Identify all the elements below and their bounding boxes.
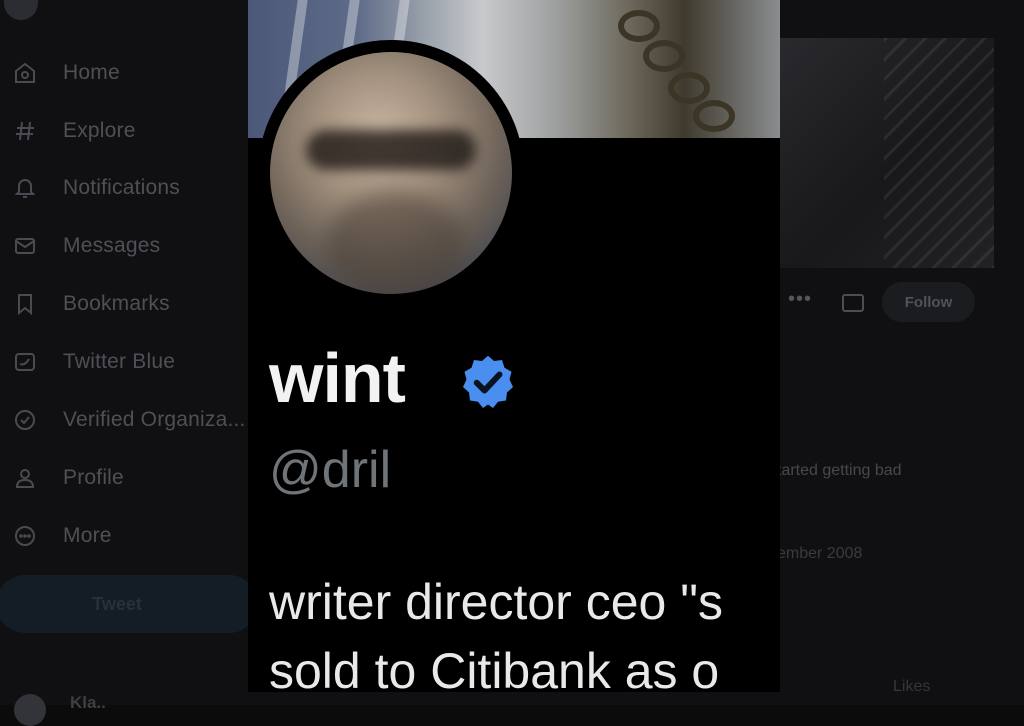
account-name: Kla.. xyxy=(70,693,106,712)
more-options-icon[interactable]: ••• xyxy=(788,288,812,311)
sidebar-item-bookmarks[interactable]: Bookmarks xyxy=(0,284,250,324)
verified-badge-icon xyxy=(463,355,513,408)
sidebar-item-home[interactable]: Home xyxy=(0,53,250,93)
sidebar-item-label: Profile xyxy=(63,466,124,489)
follow-button[interactable]: Follow xyxy=(882,282,975,322)
tweet-button-label: Tweet xyxy=(92,593,142,614)
joined-date-fragment: ember 2008 xyxy=(777,545,863,562)
profile-bio-line: sold to Citibank as o xyxy=(269,643,720,692)
envelope-icon xyxy=(12,233,38,259)
tab-likes[interactable]: Likes xyxy=(893,678,930,696)
avatar-face-shadow xyxy=(325,192,465,294)
sidebar-item-label: Bookmarks xyxy=(63,292,170,315)
sidebar-item-explore[interactable]: Explore xyxy=(0,111,250,151)
home-icon xyxy=(12,60,38,86)
twitter-blue-icon xyxy=(12,349,38,375)
avatar-sunglasses-area xyxy=(306,130,476,170)
message-icon[interactable] xyxy=(842,294,864,312)
bookmark-icon xyxy=(12,291,38,317)
sidebar-item-label: Twitter Blue xyxy=(63,350,176,373)
sidebar-item-label: Explore xyxy=(63,119,136,142)
sidebar-item-messages[interactable]: Messages xyxy=(0,226,250,266)
sidebar-item-more[interactable]: More xyxy=(0,516,250,556)
profile-handle: @dril xyxy=(269,441,392,499)
sidebar-item-label: Notifications xyxy=(63,176,180,199)
sidebar-item-twitter-blue[interactable]: Twitter Blue xyxy=(0,342,250,382)
banner-chain-link xyxy=(693,100,735,132)
banner-chain-link xyxy=(618,10,660,42)
profile-avatar[interactable] xyxy=(270,52,512,294)
sidebar-item-notifications[interactable]: Notifications xyxy=(0,168,250,208)
twitter-logo-icon[interactable] xyxy=(4,0,38,20)
sidebar-item-label: More xyxy=(63,524,112,547)
account-avatar[interactable] xyxy=(14,694,46,726)
verified-org-icon xyxy=(12,407,38,433)
follow-button-label: Follow xyxy=(904,293,953,311)
sidebar: Home Explore Notifications Messages Book… xyxy=(0,0,258,726)
bell-icon xyxy=(12,175,38,201)
profile-display-name: wint xyxy=(269,339,406,417)
tweet-button[interactable]: Tweet xyxy=(0,575,258,633)
profile-bio: writer director ceo "s sold to Citibank … xyxy=(269,568,723,692)
sidebar-item-label: Verified Organiza... xyxy=(63,408,246,431)
zoomed-profile-card: wint @dril writer director ceo "s sold t… xyxy=(248,0,780,692)
sidebar-item-label: Home xyxy=(63,61,120,84)
more-circle-icon xyxy=(12,523,38,549)
sidebar-item-profile[interactable]: Profile xyxy=(0,458,250,498)
banner-chain-link xyxy=(668,72,710,104)
hashtag-icon xyxy=(12,118,38,144)
sidebar-item-label: Messages xyxy=(63,234,161,257)
banner-chain-link xyxy=(643,40,685,72)
profile-banner-image xyxy=(780,38,994,268)
profile-bio-fragment: tarted getting bad xyxy=(777,462,902,479)
person-icon xyxy=(12,465,38,491)
sidebar-item-verified-orgs[interactable]: Verified Organiza... xyxy=(0,400,250,440)
profile-bio-line: writer director ceo "s xyxy=(269,574,723,630)
